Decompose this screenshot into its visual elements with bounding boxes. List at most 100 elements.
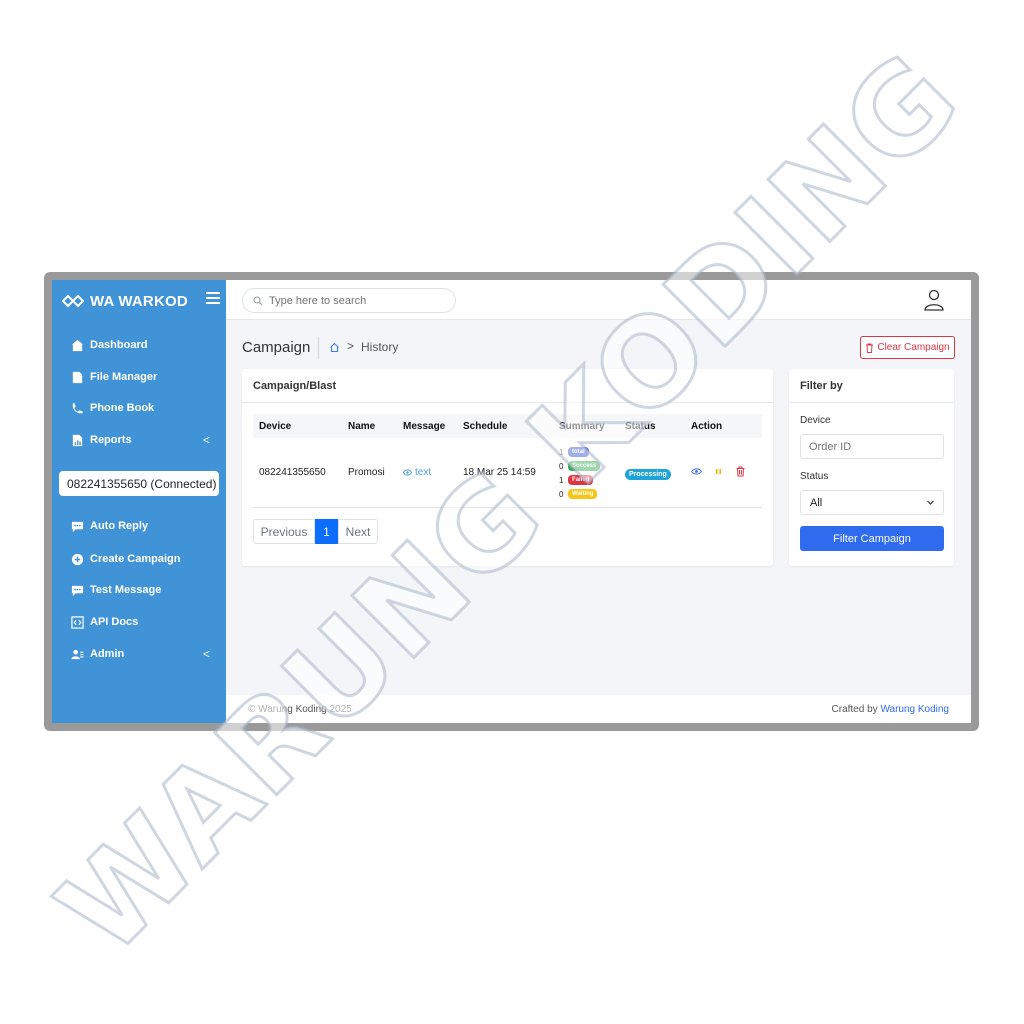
phone-icon (70, 401, 84, 415)
table-row: 082241355650 Promosi text 18 Mar 25 14:5… (253, 438, 762, 508)
pause-button[interactable] (713, 466, 724, 480)
summary-badge: total (568, 447, 589, 457)
summary-success: 0 Success (559, 461, 601, 471)
campaign-card: Campaign/Blast Device Name Message Sched… (242, 369, 773, 566)
sidebar-item-label: Auto Reply (90, 520, 149, 532)
sidebar-item-label: Dashboard (90, 339, 148, 351)
chevron-left-icon: < (202, 433, 210, 447)
plus-circle-icon (70, 552, 84, 566)
home-icon[interactable] (329, 342, 340, 353)
column-header: Status (625, 420, 656, 432)
topbar (226, 280, 971, 320)
footer-credit: Crafted by Warung Koding (832, 704, 949, 715)
card-title: Campaign/Blast (242, 369, 773, 403)
chat-icon (70, 519, 84, 533)
sidebar-item-dashboard[interactable]: Dashboard (70, 336, 212, 354)
summary-count: 1 (559, 447, 564, 457)
search-input[interactable] (269, 294, 439, 307)
file-icon (70, 370, 84, 384)
sidebar-item-auto-reply[interactable]: Auto Reply (70, 517, 212, 535)
sidebar-item-label: API Docs (90, 616, 139, 628)
users-icon (70, 647, 84, 661)
page-1-button[interactable]: 1 (315, 519, 338, 544)
footer-credit-link[interactable]: Warung Koding (880, 704, 949, 715)
chevron-down-icon (927, 500, 934, 505)
summary-badge: Success (568, 461, 601, 471)
column-header: Device (259, 420, 292, 432)
summary-count: 0 (559, 461, 564, 471)
table-header: Device Name Message Schedule Summary Sta… (253, 414, 762, 438)
report-icon (70, 433, 84, 447)
footer-copyright: © Warung Koding 2025 (248, 704, 352, 715)
eye-icon (690, 468, 703, 475)
eye-icon (403, 469, 412, 476)
home-icon (70, 338, 84, 352)
pause-icon (716, 469, 721, 474)
summary-badge: Failed (568, 475, 594, 485)
footer-credit-prefix: Crafted by (831, 704, 878, 715)
summary-failed: 1 Failed (559, 475, 594, 485)
brand-name: WA WARKOD (90, 292, 188, 310)
view-button[interactable] (690, 466, 703, 480)
sidebar-item-label: Reports (90, 434, 132, 446)
column-header: Message (403, 420, 446, 432)
view-message-link[interactable]: text (403, 467, 431, 478)
sidebar: WA WARKOD Dashboard File Manager Phone B… (52, 280, 226, 723)
sidebar-item-admin[interactable]: Admin < (70, 645, 212, 663)
device-label: Device (800, 415, 831, 426)
chat-icon (70, 583, 84, 597)
brand[interactable]: WA WARKOD (62, 290, 222, 312)
device-filter-input[interactable] (800, 434, 944, 459)
next-page-button[interactable]: Next (338, 519, 378, 544)
search-icon (253, 295, 263, 305)
device-cell: 082241355650 (259, 467, 326, 478)
campaign-table: Device Name Message Schedule Summary Sta… (253, 414, 762, 508)
column-header: Schedule (463, 420, 508, 432)
status-badge: Processing (625, 469, 671, 480)
summary-total: 1 total (559, 447, 589, 457)
breadcrumb-divider (318, 337, 319, 359)
message-label: text (415, 467, 432, 478)
schedule-cell: 18 Mar 25 14:59 (463, 467, 536, 478)
footer: © Warung Koding 2025 Crafted by Warung K… (226, 695, 971, 723)
breadcrumb-current: History (361, 340, 399, 354)
sidebar-item-api-docs[interactable]: API Docs (70, 613, 212, 631)
brand-logo-icon (62, 294, 84, 308)
chevron-right-icon: > (347, 339, 355, 353)
filter-campaign-button[interactable]: Filter Campaign (800, 526, 944, 551)
clear-campaign-button[interactable]: Clear Campaign (860, 336, 955, 359)
status-select-value: All (810, 496, 823, 509)
chevron-left-icon: < (202, 647, 210, 661)
trash-icon (866, 343, 874, 353)
filter-card: Filter by Device Status All Filter Campa… (789, 369, 954, 566)
sidebar-item-reports[interactable]: Reports < (70, 431, 212, 449)
summary-waiting: 0 Waiting (559, 489, 598, 499)
sidebar-item-test-message[interactable]: Test Message (70, 581, 212, 599)
connected-device[interactable]: 082241355650 (Connected) (59, 471, 219, 496)
sidebar-item-label: Create Campaign (90, 553, 181, 565)
status-select[interactable]: All (800, 490, 944, 515)
summary-count: 1 (559, 475, 564, 485)
sidebar-item-label: Test Message (90, 584, 162, 596)
sidebar-item-label: File Manager (90, 371, 158, 383)
column-header: Name (348, 420, 376, 432)
menu-toggle-icon[interactable] (206, 292, 220, 304)
sidebar-item-label: Phone Book (90, 402, 155, 414)
sidebar-item-file-manager[interactable]: File Manager (70, 368, 212, 386)
summary-count: 0 (559, 489, 564, 499)
sidebar-item-phone-book[interactable]: Phone Book (70, 399, 212, 417)
delete-button[interactable] (735, 466, 746, 480)
trash-icon (736, 466, 745, 477)
status-label: Status (800, 471, 829, 482)
sidebar-item-create-campaign[interactable]: Create Campaign (70, 550, 212, 568)
page-title: Campaign (242, 339, 311, 356)
previous-page-button[interactable]: Previous (253, 519, 315, 544)
code-icon (70, 615, 84, 629)
sidebar-item-label: Admin (90, 648, 125, 660)
column-header: Summary (559, 420, 605, 432)
summary-badge: Waiting (568, 489, 598, 499)
column-header: Action (691, 420, 723, 432)
user-icon[interactable] (923, 289, 945, 313)
clear-campaign-label: Clear Campaign (877, 342, 950, 353)
search-box[interactable] (242, 288, 456, 313)
